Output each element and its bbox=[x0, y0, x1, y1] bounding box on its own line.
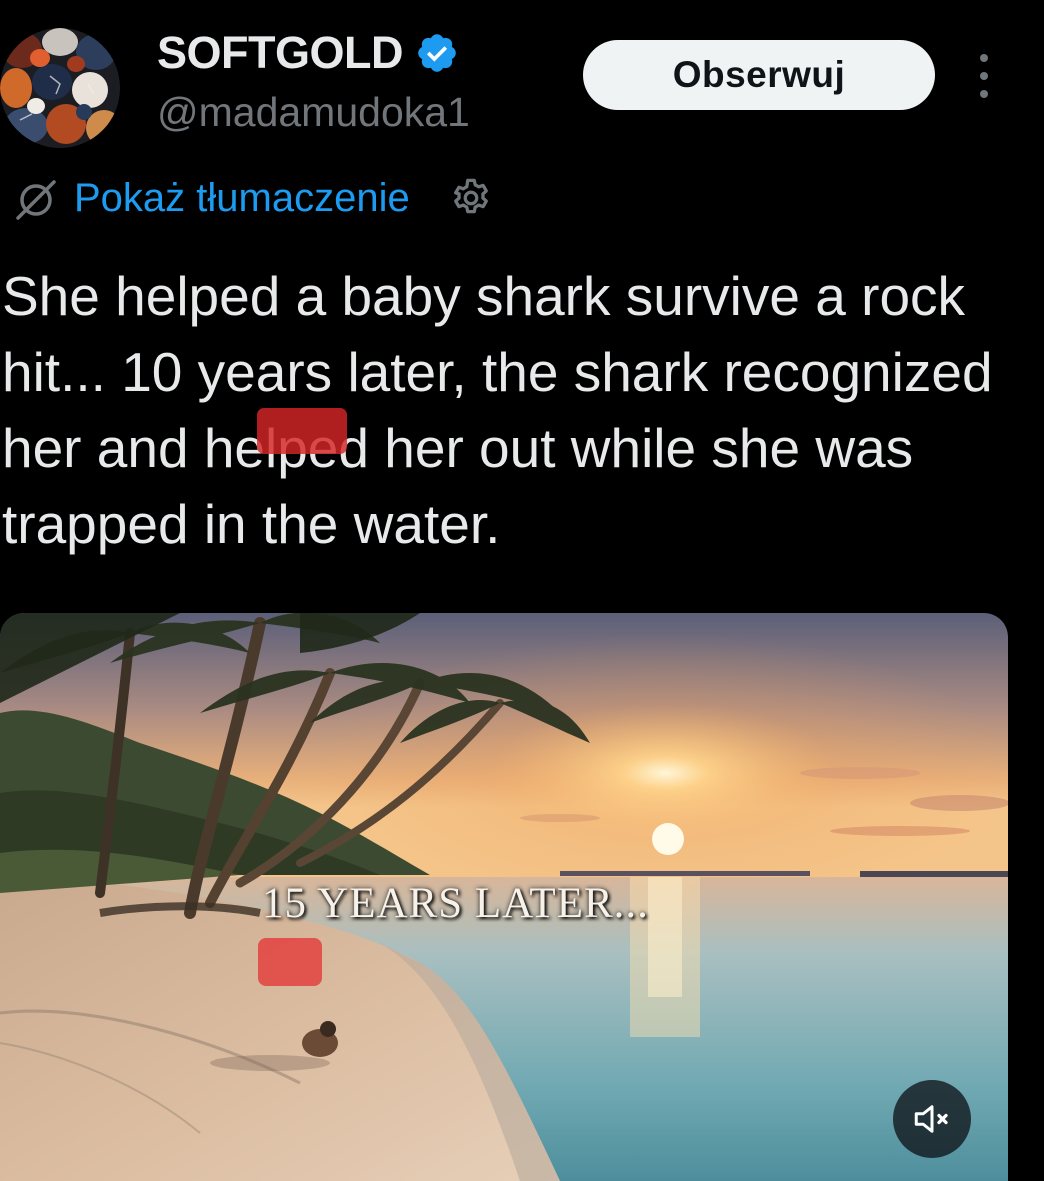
video-overlay-text: 15 YEARS LATER... bbox=[262, 880, 649, 927]
author-name-row[interactable]: SOFTGOLD bbox=[157, 28, 459, 78]
more-dot bbox=[980, 72, 988, 80]
author-handle[interactable]: @madamudoka1 bbox=[157, 88, 470, 136]
show-translation-link[interactable]: Pokaż tłumaczenie bbox=[74, 172, 410, 224]
more-dot bbox=[980, 90, 988, 98]
redaction-mark bbox=[257, 408, 347, 454]
follow-button[interactable]: Obserwuj bbox=[583, 40, 935, 110]
tweet-text: She helped a baby shark survive a rock h… bbox=[2, 265, 993, 555]
translate-row: Pokaż tłumaczenie bbox=[12, 172, 494, 224]
redaction-mark bbox=[258, 938, 322, 986]
speaker-muted-icon bbox=[914, 1105, 948, 1133]
translate-slash-icon bbox=[16, 180, 56, 220]
mute-toggle-button[interactable] bbox=[893, 1080, 971, 1158]
author-display-name[interactable]: SOFTGOLD bbox=[157, 28, 403, 78]
gemstone-collage-avatar bbox=[0, 28, 120, 148]
more-dot bbox=[980, 54, 988, 62]
verified-badge-icon bbox=[415, 31, 459, 75]
avatar[interactable] bbox=[0, 28, 120, 148]
more-vertical-icon[interactable] bbox=[964, 54, 1004, 98]
gear-icon[interactable] bbox=[448, 175, 494, 221]
